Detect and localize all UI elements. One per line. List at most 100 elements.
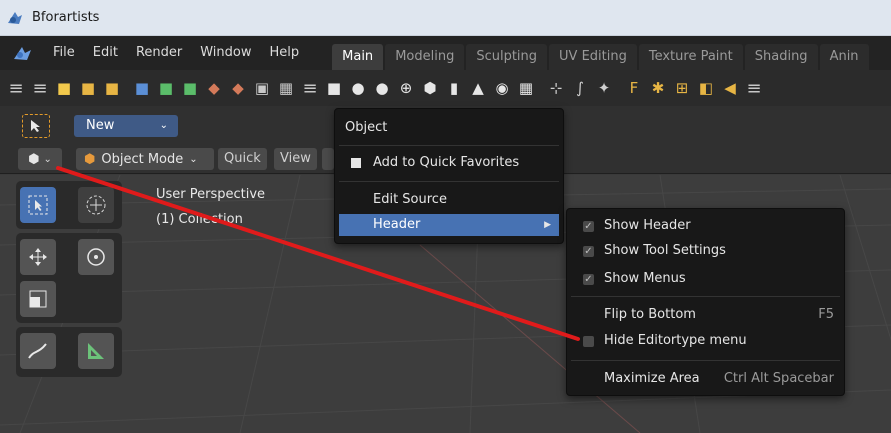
viewport-perspective-label: User Perspective: [156, 187, 266, 202]
curve-icon[interactable]: ∫: [570, 78, 590, 98]
viewport-wireframe-icon[interactable]: ■: [324, 78, 344, 98]
menu-divider: [339, 145, 559, 146]
menu-item-edit-source[interactable]: Edit Source: [339, 189, 559, 211]
tab-main[interactable]: Main: [332, 44, 384, 70]
grid-icon[interactable]: ▦: [516, 78, 536, 98]
annotate-tool[interactable]: [20, 333, 56, 369]
crosshair-cursor-icon: [86, 195, 106, 215]
ruler-icon: [88, 343, 104, 359]
window-titlebar: Bforartists: [0, 0, 891, 36]
viewport-collection-label: (1) Collection: [156, 212, 243, 227]
object-icon[interactable]: ⬢: [420, 78, 440, 98]
append-icon[interactable]: ◆: [228, 78, 248, 98]
menu-file[interactable]: File: [44, 36, 84, 70]
menu-item-label: Show Header: [604, 218, 691, 233]
tab-modeling[interactable]: Modeling: [385, 44, 465, 70]
menu-item-show-header[interactable]: ✓ Show Header: [571, 214, 840, 238]
globe-icon[interactable]: ⊕: [396, 78, 416, 98]
menu-item-maximize-area[interactable]: Maximize Area Ctrl Alt Spacebar: [571, 367, 840, 391]
render-animation-icon[interactable]: ▦: [276, 78, 296, 98]
rotate-tool[interactable]: [78, 239, 114, 275]
menu-render[interactable]: Render: [127, 36, 191, 70]
shortcut-label: Ctrl Alt Spacebar: [723, 371, 834, 386]
cone-icon[interactable]: ▲: [468, 78, 488, 98]
lattice-icon[interactable]: ⊞: [672, 78, 692, 98]
tab-texture-paint[interactable]: Texture Paint: [638, 44, 743, 70]
scale-icon: [29, 290, 47, 308]
move-tool[interactable]: [20, 239, 56, 275]
viewport-solid-icon[interactable]: ●: [348, 78, 368, 98]
view-menu-button[interactable]: View: [274, 148, 317, 170]
torus-icon[interactable]: ◉: [492, 78, 512, 98]
select-box-icon: [28, 195, 48, 215]
figure-icon[interactable]: ✱: [648, 78, 668, 98]
checkbox-checked-icon: ✓: [583, 246, 594, 257]
link-icon[interactable]: ◆: [204, 78, 224, 98]
menu-item-hide-editortype[interactable]: Hide Editortype menu: [571, 329, 840, 353]
menu-item-show-menus[interactable]: ✓ Show Menus: [571, 267, 840, 291]
measure-tool[interactable]: [78, 333, 114, 369]
save-as-icon[interactable]: ■: [156, 78, 176, 98]
save-copy-icon[interactable]: ■: [180, 78, 200, 98]
menu-item-label: Header: [373, 217, 421, 232]
quick-menu-button[interactable]: Quick: [218, 148, 267, 170]
menu-divider: [571, 296, 840, 297]
menu-item-add-quick-favorites[interactable]: Add to Quick Favorites: [339, 152, 559, 174]
new-dropdown[interactable]: New ⌄: [74, 115, 178, 137]
header-submenu: ✓ Show Header ✓ Show Tool Settings ✓ Sho…: [566, 208, 845, 396]
object-mode-label: Object Mode: [101, 151, 184, 167]
menu-divider: [571, 360, 840, 361]
scale-tool[interactable]: [20, 281, 56, 317]
menu-item-label: Add to Quick Favorites: [373, 155, 520, 170]
open-folder-icon[interactable]: ■: [78, 78, 98, 98]
menu-end-icon[interactable]: ≡: [744, 78, 764, 99]
tab-uv-editing[interactable]: UV Editing: [549, 44, 637, 70]
chevron-down-icon: ⌄: [43, 153, 52, 165]
cylinder-icon[interactable]: ▮: [444, 78, 464, 98]
tab-sculpting[interactable]: Sculpting: [466, 44, 548, 70]
favorites-icon: [351, 158, 361, 168]
header-menu-button-partial[interactable]: [322, 148, 334, 170]
empty-axes-icon[interactable]: ⊹: [546, 78, 566, 98]
menu-window[interactable]: Window: [191, 36, 260, 70]
object-mode-icon: ⬢: [84, 151, 96, 167]
armature-icon[interactable]: ✦: [594, 78, 614, 98]
context-menu: Object Add to Quick Favorites Edit Sourc…: [334, 108, 564, 244]
open-recent-icon[interactable]: ■: [102, 78, 122, 98]
camera-light-icon[interactable]: ◧: [696, 78, 716, 98]
sphere-icon[interactable]: ●: [372, 78, 392, 98]
app-menu-logo-icon[interactable]: [12, 44, 34, 62]
chevron-down-icon: ⌄: [189, 153, 198, 165]
menu-item-label: Show Menus: [604, 271, 686, 286]
icon-toolbar: ≡ ≡ ■ ■ ■ ■ ■ ■ ◆ ◆ ▣ ▦ ≡ ■ ● ● ⊕ ⬢ ▮ ▲ …: [0, 70, 891, 106]
menu-item-header[interactable]: Header ▶: [339, 214, 559, 236]
new-file-icon[interactable]: ■: [54, 78, 74, 98]
save-icon[interactable]: ■: [132, 78, 152, 98]
menu-item-show-tool-settings[interactable]: ✓ Show Tool Settings: [571, 239, 840, 263]
hamburger-menu-icon[interactable]: ≡: [6, 78, 26, 99]
menu-separator-icon[interactable]: ≡: [300, 78, 320, 99]
menu-item-label: Edit Source: [373, 192, 447, 207]
object-mode-dropdown[interactable]: ⬢ Object Mode ⌄: [76, 148, 214, 170]
tab-animation[interactable]: Anin: [819, 44, 869, 70]
speaker-icon[interactable]: ◀: [720, 78, 740, 98]
editor-type-dropdown[interactable]: ⬢ ⌄: [18, 148, 62, 170]
tab-shading[interactable]: Shading: [744, 44, 818, 70]
cursor-tool[interactable]: [78, 187, 114, 223]
context-menu-title: Object: [345, 120, 388, 135]
menu-divider: [339, 181, 559, 182]
chevron-down-icon: ⌄: [159, 120, 168, 131]
menu-item-flip-to-bottom[interactable]: Flip to Bottom F5: [571, 303, 840, 327]
select-tool-indicator[interactable]: [22, 114, 50, 138]
text-object-icon[interactable]: F: [624, 78, 644, 98]
checkbox-checked-icon: ✓: [583, 221, 594, 232]
move-arrows-icon: [29, 248, 47, 266]
render-image-icon[interactable]: ▣: [252, 78, 272, 98]
menu-help[interactable]: Help: [261, 36, 309, 70]
cursor-arrow-icon: [31, 120, 40, 132]
select-box-tool[interactable]: [20, 187, 56, 223]
menu-edit[interactable]: Edit: [84, 36, 127, 70]
hamburger-menu-icon-2[interactable]: ≡: [30, 78, 50, 99]
main-menubar: File Edit Render Window Help Main Modeli…: [0, 36, 891, 70]
pencil-icon: [28, 343, 47, 359]
